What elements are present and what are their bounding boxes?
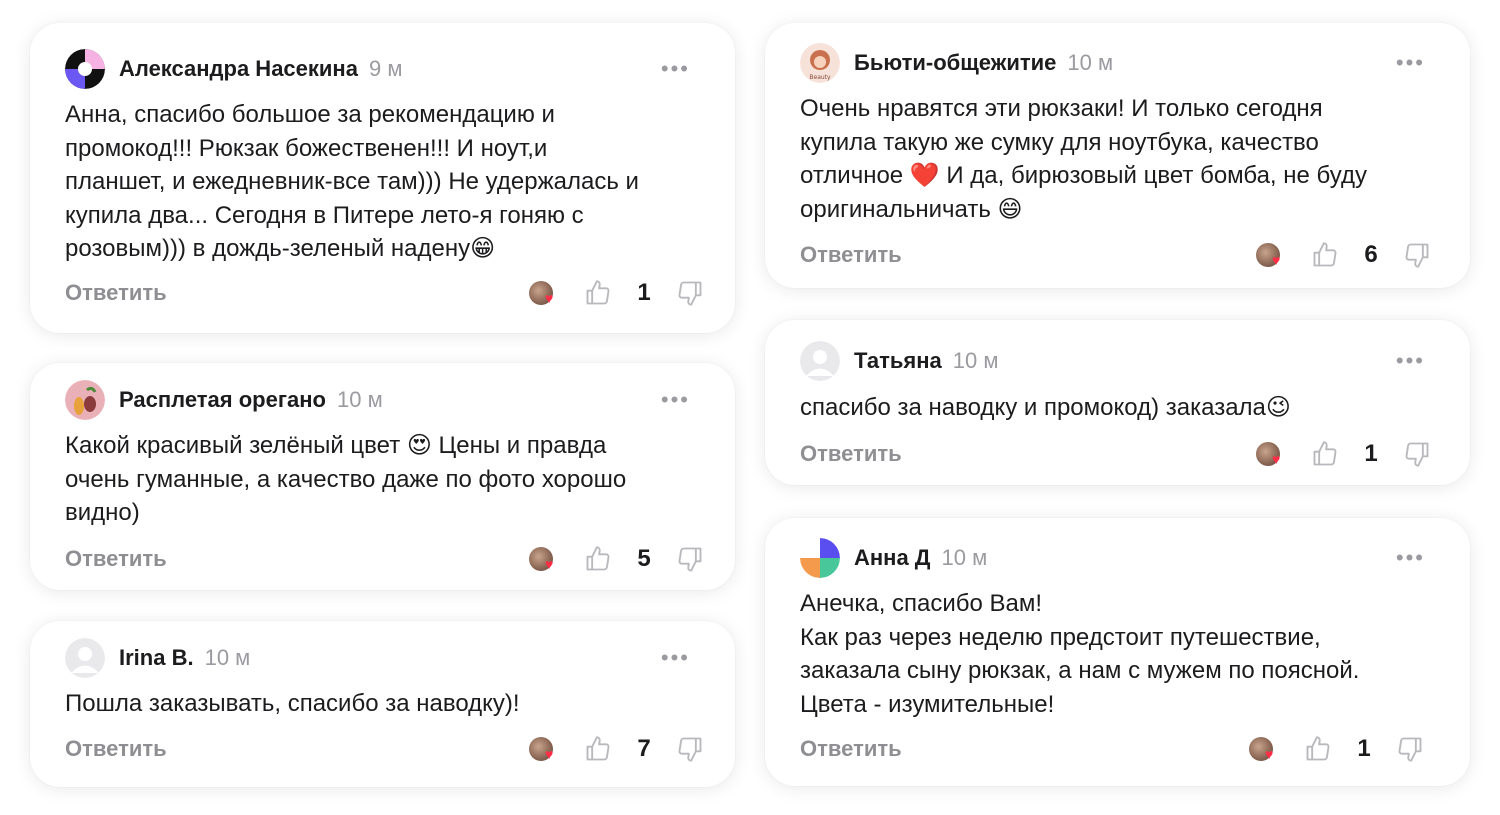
comment-header: Beauty Бьюти-общежитие 10 м •••	[800, 43, 1435, 83]
heart-icon: ♥	[545, 746, 554, 762]
reactor-avatar[interactable]: ♥	[529, 545, 559, 573]
reactions: ♥ 1	[529, 278, 705, 308]
avatar[interactable]	[800, 538, 840, 578]
thumbs-down-icon[interactable]	[1402, 240, 1432, 270]
thumbs-down-icon[interactable]	[675, 734, 705, 764]
more-dots-icon[interactable]: •••	[1396, 350, 1425, 372]
more-dots-icon[interactable]: •••	[661, 647, 690, 669]
like-count: 1	[1357, 735, 1371, 762]
author-name[interactable]: Расплетая орегано	[119, 387, 326, 413]
thumbs-down-icon[interactable]	[675, 278, 705, 308]
comment-footer: Ответить ♥ 1	[800, 434, 1432, 474]
svg-text:Beauty: Beauty	[809, 74, 831, 81]
comment-time: 9 м	[368, 56, 403, 81]
comment-footer: Ответить ♥ 5	[65, 539, 705, 579]
comment-card: Beauty Бьюти-общежитие 10 м ••• Очень нр…	[765, 23, 1470, 288]
like-count: 1	[637, 279, 651, 306]
heart-icon: ♥	[545, 556, 554, 572]
reactions: ♥ 1	[1256, 439, 1432, 469]
comment-header: Анна Д 10 м •••	[800, 538, 1435, 578]
comment-footer: Ответить ♥ 6	[800, 235, 1432, 275]
reactions: ♥ 1	[1249, 734, 1425, 764]
comment-time: 10 м	[952, 348, 999, 373]
author-name[interactable]: Александра Насекина	[119, 56, 358, 82]
like-count: 6	[1364, 241, 1378, 268]
reactor-avatar[interactable]: ♥	[1256, 440, 1286, 468]
comment-card: Irina B. 10 м ••• Пошла заказывать, спас…	[30, 621, 735, 787]
reactions: ♥ 6	[1256, 240, 1432, 270]
avatar[interactable]	[800, 341, 840, 381]
more-dots-icon[interactable]: •••	[661, 389, 690, 411]
heart-icon: ♥	[545, 290, 554, 306]
comment-footer: Ответить ♥ 7	[65, 729, 705, 769]
reply-button[interactable]: Ответить	[65, 546, 167, 572]
avatar[interactable]: Beauty	[800, 43, 840, 83]
comment-card: Татьяна 10 м ••• спасибо за наводку и пр…	[765, 320, 1470, 485]
like-count: 5	[637, 545, 651, 572]
thumbs-up-icon[interactable]	[1310, 240, 1340, 270]
comment-time: 10 м	[204, 645, 251, 670]
thumbs-down-icon[interactable]	[1402, 439, 1432, 469]
more-dots-icon[interactable]: •••	[1396, 547, 1425, 569]
comment-text: Анна, спасибо большое за рекомендацию и …	[65, 101, 639, 262]
thumbs-up-icon[interactable]	[1310, 439, 1340, 469]
comment-card: Александра Насекина 9 м ••• Анна, спасиб…	[30, 23, 735, 333]
avatar[interactable]	[65, 638, 105, 678]
like-count: 7	[637, 735, 651, 762]
like-count: 1	[1364, 440, 1378, 467]
comment-header: Александра Насекина 9 м •••	[65, 49, 700, 89]
comment-time: 10 м	[941, 545, 988, 570]
author-name[interactable]: Irina B.	[119, 645, 194, 671]
reply-button[interactable]: Ответить	[65, 736, 167, 762]
thumbs-down-icon[interactable]	[675, 544, 705, 574]
avatar[interactable]	[65, 380, 105, 420]
comment-time: 10 м	[336, 387, 383, 412]
comment-text: Анечка, спасибо Вам! Как раз через недел…	[800, 590, 1360, 718]
comment-header: Расплетая орегано 10 м •••	[65, 380, 700, 420]
thumbs-down-icon[interactable]	[1395, 734, 1425, 764]
more-dots-icon[interactable]: •••	[1396, 52, 1425, 74]
reply-button[interactable]: Ответить	[65, 280, 167, 306]
comment-text: спасибо за наводку и промокод) заказала😉	[800, 394, 1291, 421]
reactor-avatar[interactable]: ♥	[1249, 735, 1279, 763]
reactor-avatar[interactable]: ♥	[529, 279, 559, 307]
comment-header: Татьяна 10 м •••	[800, 341, 1435, 381]
reply-button[interactable]: Ответить	[800, 441, 902, 467]
author-name[interactable]: Татьяна	[854, 348, 942, 374]
comment-card: Анна Д 10 м ••• Анечка, спасибо Вам! Как…	[765, 518, 1470, 786]
heart-icon: ♥	[1272, 252, 1281, 268]
comment-footer: Ответить ♥ 1	[65, 273, 705, 313]
comment-text: Пошла заказывать, спасибо за наводку)!	[65, 690, 520, 717]
reply-button[interactable]: Ответить	[800, 736, 902, 762]
comment-header: Irina B. 10 м •••	[65, 638, 700, 678]
author-name[interactable]: Анна Д	[854, 545, 930, 571]
comment-card: Расплетая орегано 10 м ••• Какой красивы…	[30, 363, 735, 590]
thumbs-up-icon[interactable]	[583, 734, 613, 764]
reactor-avatar[interactable]: ♥	[1256, 241, 1286, 269]
comment-text: Какой красивый зелёный цвет 😍 Цены и пра…	[65, 432, 627, 526]
reactor-avatar[interactable]: ♥	[529, 735, 559, 763]
comment-text: Очень нравятся эти рюкзаки! И только сег…	[800, 95, 1367, 223]
comment-time: 10 м	[1067, 50, 1114, 75]
reactions: ♥ 5	[529, 544, 705, 574]
avatar[interactable]	[65, 49, 105, 89]
comment-footer: Ответить ♥ 1	[800, 729, 1425, 769]
thumbs-up-icon[interactable]	[583, 544, 613, 574]
reactions: ♥ 7	[529, 734, 705, 764]
thumbs-up-icon[interactable]	[1303, 734, 1333, 764]
reply-button[interactable]: Ответить	[800, 242, 902, 268]
heart-icon: ♥	[1265, 746, 1274, 762]
thumbs-up-icon[interactable]	[583, 278, 613, 308]
author-name[interactable]: Бьюти-общежитие	[854, 50, 1056, 76]
more-dots-icon[interactable]: •••	[661, 58, 690, 80]
heart-icon: ♥	[1272, 451, 1281, 467]
